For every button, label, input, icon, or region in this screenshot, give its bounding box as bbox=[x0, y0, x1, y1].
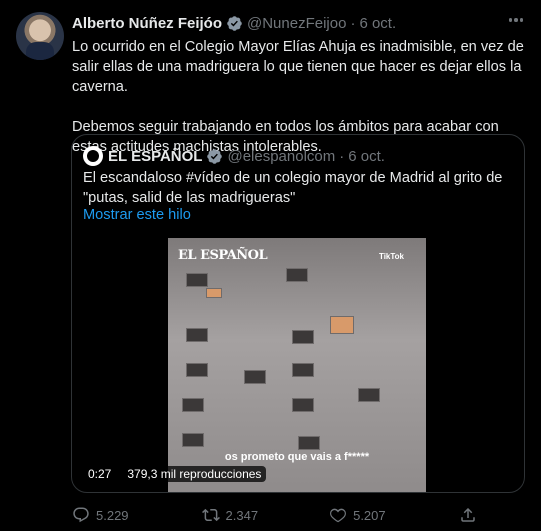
video-player[interactable]: EL ESPAÑOL TikTok os prometo que vais a … bbox=[168, 238, 426, 492]
like-button[interactable]: 5.207 bbox=[329, 506, 386, 524]
author-handle[interactable]: @NunezFeijoo bbox=[247, 15, 346, 32]
show-thread-link[interactable]: Mostrar este hilo bbox=[83, 207, 191, 223]
quote-author-name: EL ESPAÑOL bbox=[108, 147, 203, 165]
author-name[interactable]: Alberto Núñez Feijóo bbox=[72, 15, 222, 32]
share-icon bbox=[460, 507, 475, 522]
retweet-icon bbox=[201, 508, 220, 522]
tweet-paragraph-1: Lo ocurrido en el Colegio Mayor Elías Ah… bbox=[72, 39, 524, 95]
quote-header: EL ESPAÑOL @elespanolcom · 6 oct. bbox=[83, 146, 385, 166]
quote-avatar bbox=[83, 146, 103, 166]
quoted-tweet[interactable]: EL ESPAÑOL @elespanolcom · 6 oct. El esc… bbox=[71, 134, 525, 493]
tweet[interactable]: Alberto Núñez Feijóo @NunezFeijoo · 6 oc… bbox=[0, 0, 541, 531]
video-info-bar: 0:27 379,3 mil reproducciones bbox=[83, 465, 267, 483]
author-avatar[interactable] bbox=[16, 12, 64, 60]
quote-handle: @elespanolcom bbox=[227, 147, 336, 165]
quote-date: 6 oct. bbox=[348, 147, 385, 165]
reply-icon bbox=[73, 507, 89, 523]
verified-icon bbox=[207, 148, 223, 164]
tweet-date[interactable]: 6 oct. bbox=[359, 15, 396, 32]
retweet-button[interactable]: 2.347 bbox=[201, 506, 259, 524]
reply-count: 5.229 bbox=[96, 507, 129, 523]
retweet-count: 2.347 bbox=[225, 507, 259, 523]
video-views: 379,3 mil reproducciones bbox=[122, 466, 267, 482]
quote-text: El escandaloso #vídeo de un colegio mayo… bbox=[83, 170, 503, 206]
action-bar: 5.229 2.347 5.207 bbox=[72, 504, 512, 526]
video-caption: os prometo que vais a f***** bbox=[224, 451, 370, 463]
like-icon bbox=[330, 508, 347, 523]
video-watermark-logo: EL ESPAÑOL bbox=[178, 248, 268, 263]
video-duration: 0:27 bbox=[83, 466, 117, 482]
verified-icon bbox=[227, 15, 242, 31]
separator: · bbox=[339, 147, 345, 165]
tweet-header: Alberto Núñez Feijóo @NunezFeijoo · 6 oc… bbox=[72, 13, 396, 33]
more-icon[interactable] bbox=[505, 10, 527, 30]
video-watermark-tiktok: TikTok bbox=[378, 252, 404, 261]
share-button[interactable] bbox=[459, 506, 477, 524]
reply-button[interactable]: 5.229 bbox=[72, 506, 129, 524]
separator: · bbox=[350, 14, 356, 32]
like-count: 5.207 bbox=[353, 507, 386, 523]
